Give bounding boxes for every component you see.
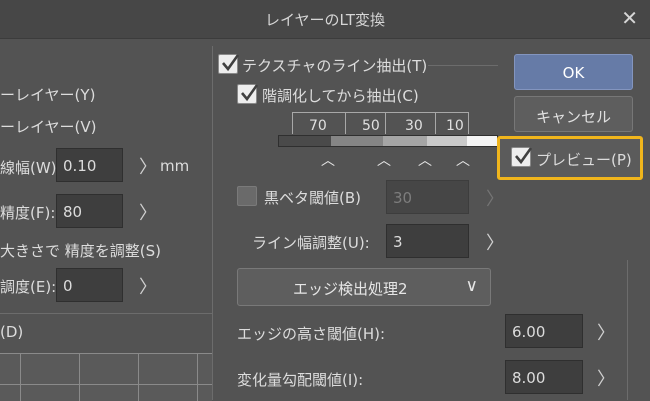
line-width-adjust-arrow-icon[interactable]: 〉 [486,229,504,255]
gradation-label[interactable]: 階調化してから抽出(C) [262,85,419,106]
texture-label[interactable]: テクスチャのライン抽出(T) [242,55,427,76]
level-handle-icon[interactable]: ︿ [456,150,470,170]
dialog-title: レイヤーのLT変換 [264,11,385,29]
section-label: (D) [0,323,24,341]
line-width-unit: mm [160,157,190,175]
column-divider [212,46,213,400]
title-bar: レイヤーのLT変換 ✕ [0,0,650,39]
preview-highlight: プレビュー(P) [497,136,643,180]
chevron-down-icon: ∨ [465,276,478,296]
option-layer-v[interactable]: ーレイヤー(V) [0,116,97,137]
tone-arrow-icon[interactable]: 〉 [139,273,157,299]
level-handle-icon[interactable]: ︿ [377,150,391,170]
precision-label: 精度(F): [0,204,56,222]
precision-input[interactable]: 80 [56,194,123,228]
precision-arrow-icon[interactable]: 〉 [139,199,157,225]
tone-label: 調度(E): [0,278,57,296]
edge-height-arrow-icon[interactable]: 〉 [597,319,615,345]
edge-mode-select[interactable]: エッジ検出処理2 ∨ [237,268,491,306]
gradient-arrow-icon[interactable]: 〉 [597,365,615,391]
texture-checkbox[interactable] [218,54,240,74]
edge-height-label: エッジの高さ閾値(H): [237,325,386,343]
ok-button[interactable]: OK [514,54,633,90]
auto-adjust-label[interactable]: 大きさで 精度を調整(S) [0,240,161,261]
grid-preview [0,353,212,401]
line-width-arrow-icon[interactable]: 〉 [139,153,157,179]
cancel-button[interactable]: キャンセル [514,96,633,132]
tone-input[interactable]: 0 [56,268,123,302]
gradation-checkbox[interactable] [237,84,259,104]
black-threshold-label[interactable]: 黒ベタ閾値(B) [264,187,361,208]
line-width-adjust-input[interactable]: 3 [386,224,469,258]
level-label: 10 [446,118,464,134]
edge-height-input[interactable]: 6.00 [505,314,583,348]
gradation-bar[interactable] [278,135,498,147]
texture-divider [428,65,498,66]
black-threshold-arrow-icon: 〉 [486,189,504,210]
line-width-adjust-label: ライン幅調整(U): [252,234,370,252]
section-divider [0,313,212,314]
option-layer-y[interactable]: ーレイヤー(Y) [0,84,95,105]
edge-mode-value: エッジ検出処理2 [293,280,408,298]
level-handle-icon[interactable]: ︿ [418,150,432,170]
gradient-input[interactable]: 8.00 [505,360,583,394]
level-label: 50 [362,118,380,134]
line-width-label: 線幅(W): [0,159,62,177]
level-label: 30 [405,118,423,134]
close-icon[interactable]: ✕ [621,6,638,30]
black-threshold-input[interactable]: 30 [386,180,469,214]
level-handle-icon[interactable]: ︿ [321,150,335,170]
gradient-label: 変化量勾配閾値(I): [237,371,364,389]
preview-checkbox[interactable] [511,147,533,167]
black-threshold-checkbox[interactable] [237,186,257,206]
level-label: 70 [309,118,327,134]
preview-label[interactable]: プレビュー(P) [536,149,632,170]
line-width-input[interactable]: 0.10 [56,148,123,182]
